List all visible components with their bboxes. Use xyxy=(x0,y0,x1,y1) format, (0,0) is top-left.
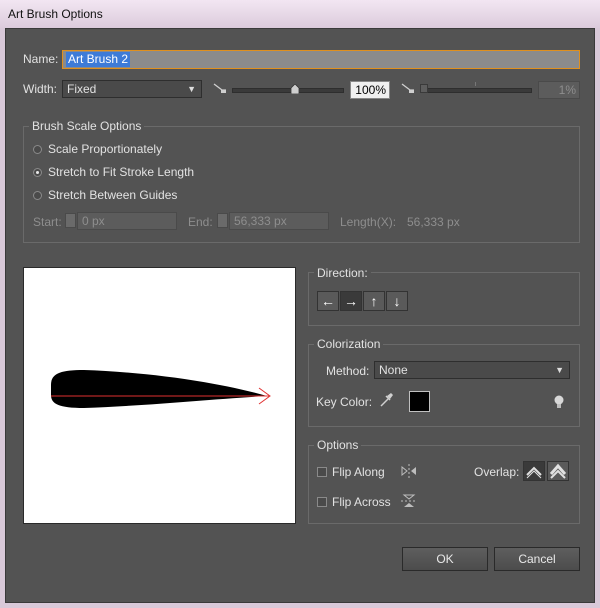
flip-across-checkbox[interactable] xyxy=(317,497,327,507)
brush-preview xyxy=(23,267,296,524)
name-label: Name: xyxy=(23,52,59,66)
window-title: Art Brush Options xyxy=(8,7,103,21)
arrow-right-icon: → xyxy=(344,293,358,309)
colorization-group xyxy=(308,344,580,427)
width-slider-thumb[interactable] xyxy=(290,83,300,95)
chevron-down-icon: ▼ xyxy=(187,84,196,94)
name-input-value: Art Brush 2 xyxy=(66,52,131,67)
cancel-button[interactable]: Cancel xyxy=(494,547,580,571)
end-label: End: xyxy=(188,215,213,229)
overlap-option-2-button[interactable] xyxy=(547,461,569,481)
name-input[interactable]: Art Brush 2 xyxy=(62,50,580,69)
stretch-to-fit-label: Stretch to Fit Stroke Length xyxy=(48,165,195,179)
flip-along-checkbox[interactable] xyxy=(317,467,327,477)
options-title: Options xyxy=(314,438,362,452)
width-slider-track[interactable] xyxy=(232,88,344,93)
direction-up-button[interactable]: ↑ xyxy=(363,291,385,311)
flip-along-label: Flip Along xyxy=(332,465,385,479)
flip-across-label: Flip Across xyxy=(332,495,391,509)
brush-preview-canvas xyxy=(51,370,271,408)
options-group xyxy=(308,445,580,524)
eyedropper-icon[interactable] xyxy=(378,392,394,408)
width-select-value: Fixed xyxy=(67,82,97,96)
arrow-down-icon: ↓ xyxy=(393,293,401,309)
width-variation-icon xyxy=(401,83,414,93)
overlap-corner-icon xyxy=(526,466,542,479)
start-stepper[interactable] xyxy=(65,213,76,228)
stretch-to-fit-radio[interactable] xyxy=(33,168,42,177)
tips-lightbulb-icon[interactable] xyxy=(553,394,565,410)
ok-button[interactable]: OK xyxy=(402,547,488,571)
slider-tick xyxy=(475,82,476,86)
stretch-between-guides-radio[interactable] xyxy=(33,191,42,200)
method-label: Method: xyxy=(326,364,370,378)
length-label: Length(X): xyxy=(340,215,397,229)
width-variation-slider-track[interactable] xyxy=(420,88,532,93)
colorization-title: Colorization xyxy=(314,337,384,351)
width-label: Width: xyxy=(23,82,58,96)
arrow-up-icon: ↑ xyxy=(370,293,378,309)
stretch-between-guides-label: Stretch Between Guides xyxy=(48,188,178,202)
width-percent-input[interactable]: 100% xyxy=(350,81,390,99)
method-select[interactable]: None ▼ xyxy=(374,361,570,379)
method-select-value: None xyxy=(379,363,408,377)
overlap-label: Overlap: xyxy=(474,465,520,479)
direction-title: Direction: xyxy=(314,266,371,280)
direction-right-button[interactable]: → xyxy=(340,291,362,311)
width-variation-percent-input[interactable]: 1% xyxy=(538,81,580,99)
arrow-left-icon: ← xyxy=(321,293,335,309)
scale-proportionately-radio[interactable] xyxy=(33,145,42,154)
width-variation-slider-thumb[interactable] xyxy=(420,84,428,93)
overlap-join-icon xyxy=(549,463,567,479)
direction-left-button[interactable]: ← xyxy=(317,291,339,311)
chevron-down-icon: ▼ xyxy=(555,365,564,375)
flip-across-icon xyxy=(401,494,417,507)
width-select[interactable]: Fixed ▼ xyxy=(62,80,202,98)
end-stepper[interactable] xyxy=(217,213,228,228)
overlap-option-1-button[interactable] xyxy=(523,461,545,481)
key-color-label: Key Color: xyxy=(316,395,373,409)
brush-scale-options-title: Brush Scale Options xyxy=(29,119,145,133)
start-label: Start: xyxy=(33,215,62,229)
brush-stroke-shape xyxy=(51,370,267,408)
direction-down-button[interactable]: ↓ xyxy=(386,291,408,311)
end-input[interactable]: 56,333 px xyxy=(229,212,329,230)
width-min-icon xyxy=(213,83,226,93)
flip-along-icon xyxy=(401,464,416,478)
start-input[interactable]: 0 px xyxy=(77,212,177,230)
scale-proportionately-label: Scale Proportionately xyxy=(48,142,163,156)
length-value: 56,333 px xyxy=(407,215,460,229)
key-color-swatch[interactable] xyxy=(409,391,430,412)
